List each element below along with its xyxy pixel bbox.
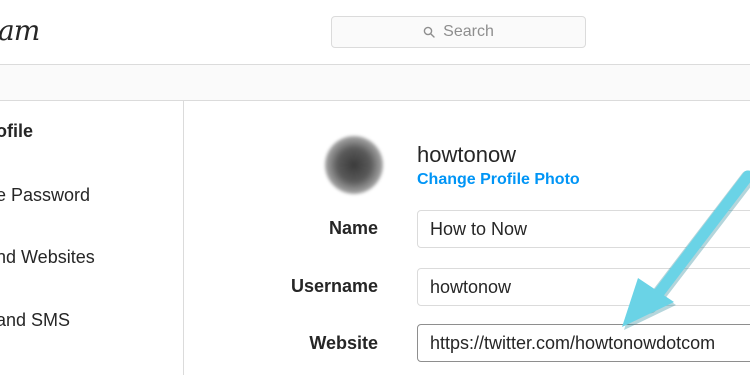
username-label: Username (290, 276, 378, 296)
sidebar-item-apps-and-websites[interactable]: nd Websites (0, 247, 95, 268)
instagram-logo[interactable]: am (0, 14, 40, 47)
search-placeholder: Search (443, 23, 494, 40)
search-icon (423, 26, 435, 38)
avatar[interactable] (325, 136, 383, 194)
name-label: Name (328, 218, 378, 238)
sidebar-item-edit-profile[interactable]: ofile (0, 121, 33, 142)
search-box[interactable]: Search (331, 16, 586, 48)
sidebar-item-change-password[interactable]: e Password (0, 185, 90, 206)
settings-sidebar: ofile e Password nd Websites and SMS (0, 101, 184, 375)
page-spacer (0, 65, 750, 101)
name-field[interactable]: How to Now (417, 210, 750, 248)
website-field[interactable]: https://twitter.com/howtonowdotcom (417, 324, 750, 362)
sidebar-item-email-and-sms[interactable]: and SMS (0, 310, 70, 331)
top-bar: am Search (0, 0, 750, 65)
username-field[interactable]: howtonow (417, 268, 750, 306)
website-label: Website (309, 333, 378, 353)
profile-username: howtonow (417, 142, 517, 167)
change-profile-photo-link[interactable]: Change Profile Photo (417, 171, 580, 189)
